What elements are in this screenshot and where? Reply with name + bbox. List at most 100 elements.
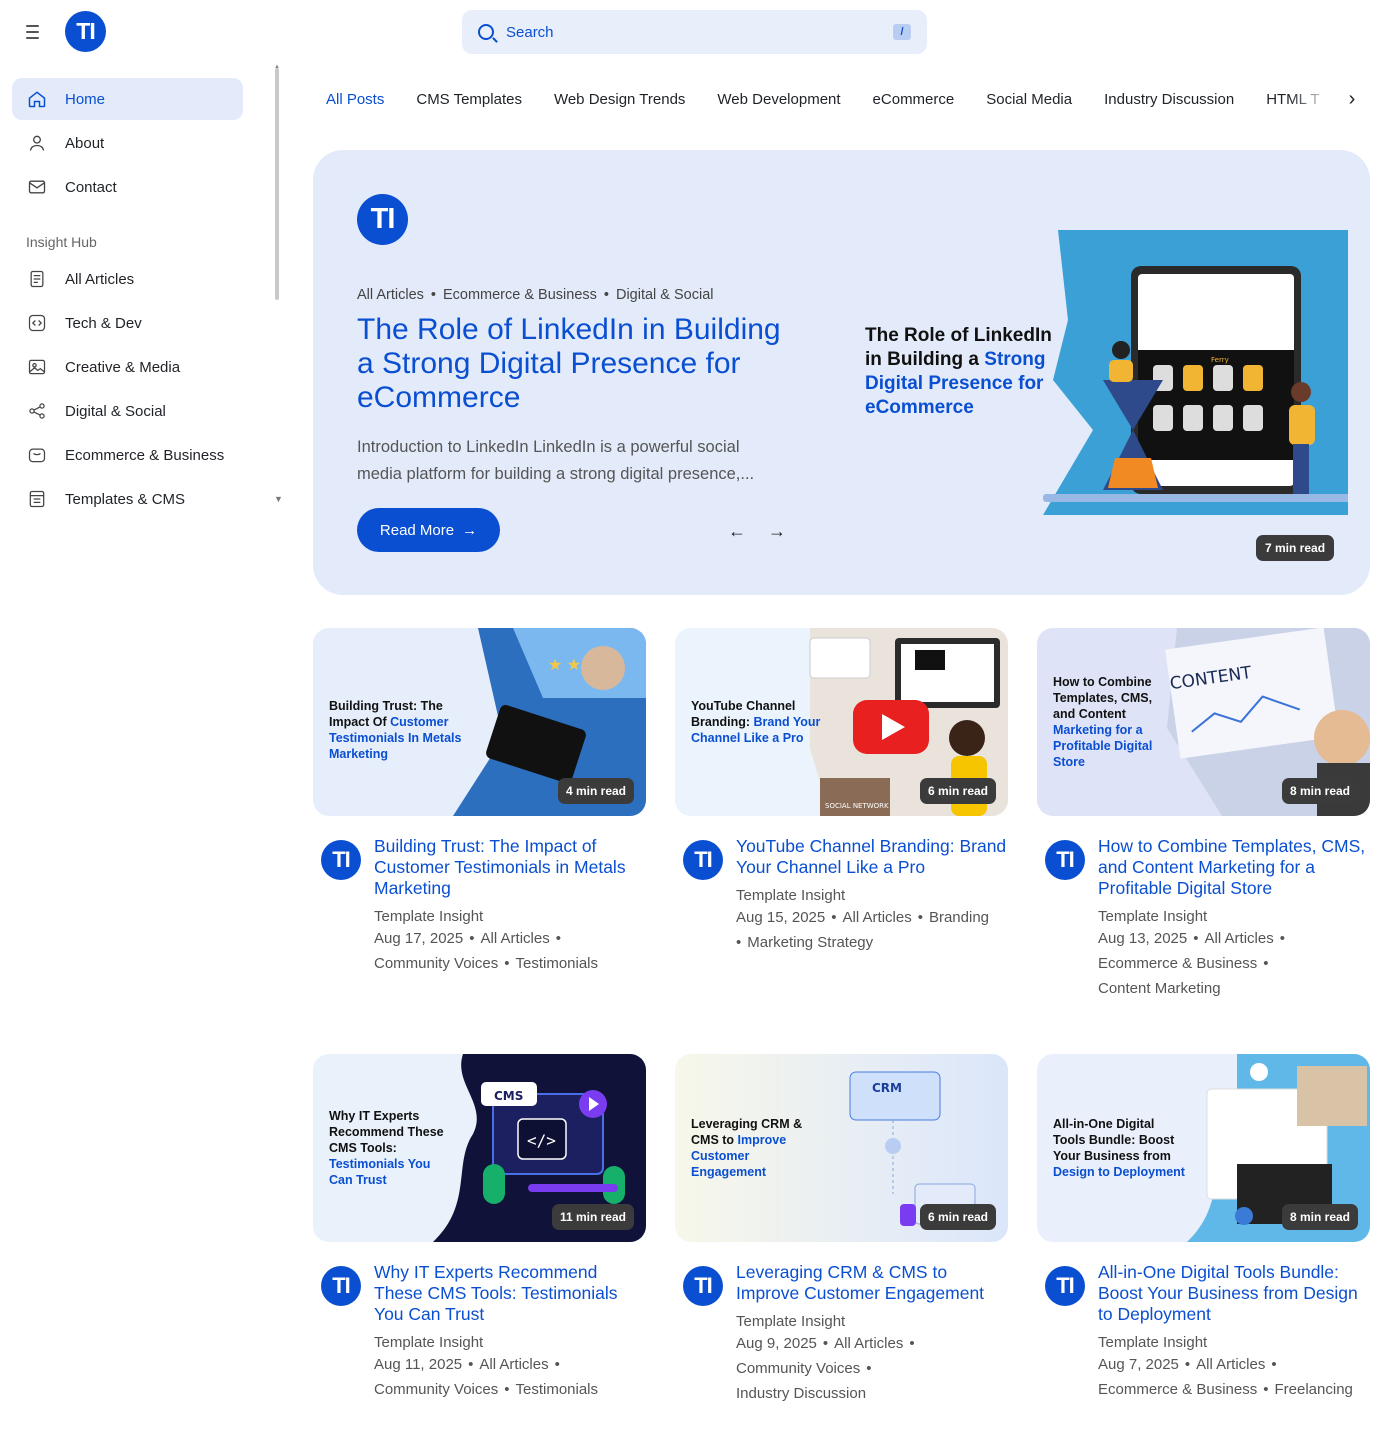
post-date: Aug 9, 2025 [736, 1335, 817, 1352]
sidebar-item-label: About [65, 134, 105, 152]
post-tag-link[interactable]: Freelancing [1275, 1381, 1353, 1398]
post-title[interactable]: Leveraging CRM & CMS to Improve Customer… [736, 1262, 1008, 1304]
site-logo[interactable]: TI [65, 11, 106, 52]
post-tag-link[interactable]: All Articles [843, 909, 912, 926]
thumb-label: SOCIAL NETWORK [825, 802, 889, 810]
sidebar-item-about[interactable]: About [12, 122, 243, 164]
featured-post: TI All Articles • Ecommerce & Business • Dig… [313, 150, 1370, 595]
hero-category-link[interactable]: Digital & Social [616, 287, 714, 303]
post-title[interactable]: Building Trust: The Impact of Customer T… [374, 836, 646, 899]
sidebar-item-ecommerce-business[interactable]: Ecommerce & Business [12, 434, 243, 476]
post-tag-link[interactable]: All Articles [481, 930, 550, 947]
caption-part: Why IT Experts Recommend These CMS Tools… [329, 1109, 444, 1155]
sidebar-item-creative-media[interactable]: Creative & Media [12, 346, 243, 388]
hero-category-link[interactable]: All Articles [357, 287, 424, 303]
carousel-next-icon[interactable]: → [764, 518, 790, 544]
post-thumbnail[interactable]: CONTENT How to Combine Templates, CMS, a… [1037, 628, 1370, 816]
caption-highlight: Marketing for a Profitable Digital Store [1053, 723, 1153, 769]
post-tags: Aug 13, 2025 • All Articles • Ecommerce & Bu… [1098, 930, 1285, 997]
post-thumbnail[interactable]: SOCIAL NETWORK YouTube Channel Branding:… [675, 628, 1008, 816]
post-tag-link[interactable]: Marketing Strategy [747, 934, 873, 951]
hero-excerpt: Introduction to LinkedIn LinkedIn is a p… [357, 438, 755, 483]
post-tag-link[interactable]: All Articles [1205, 930, 1274, 947]
hero-image: Ferry The Role of LinkedIn in Building a… [853, 230, 1353, 515]
post-tags: Aug 11, 2025 • All Articles • Community Voic… [374, 1356, 599, 1398]
post-thumbnail[interactable]: CRM Leveraging CRM & CMS to Improve Cust… [675, 1054, 1008, 1242]
menu-toggle-icon[interactable] [26, 22, 48, 42]
tab-web-development[interactable]: Web Development [701, 91, 856, 108]
sidebar-item-tech-dev[interactable]: Tech & Dev [12, 302, 243, 344]
sidebar-item-all-articles[interactable]: All Articles [12, 258, 243, 300]
sidebar-item-contact[interactable]: Contact [12, 166, 243, 208]
hero-title[interactable]: The Role of LinkedIn in Building a Stron… [357, 313, 797, 415]
sidebar-item-home[interactable]: Home [12, 78, 243, 120]
tab-ecommerce[interactable]: eCommerce [857, 91, 971, 108]
code-icon [26, 312, 48, 334]
chevron-down-icon[interactable]: ▼ [274, 494, 283, 504]
post-tag-link[interactable]: All Articles [479, 1356, 548, 1373]
thumbnail-caption: YouTube Channel Branding: Brand Your Cha… [691, 698, 826, 746]
phone-label: Ferry [1211, 356, 1229, 364]
tab-cms-templates[interactable]: CMS Templates [400, 91, 538, 108]
carousel-prev-icon[interactable]: ← [724, 518, 750, 544]
post-title[interactable]: How to Combine Templates, CMS, and Conte… [1098, 836, 1370, 899]
hero-category-link[interactable]: Ecommerce & Business [443, 287, 597, 303]
post-tag-link[interactable]: Community Voices [736, 1360, 860, 1377]
author-logo: TI [321, 840, 361, 880]
read-more-button[interactable]: Read More → [357, 508, 500, 552]
sidebar-item-digital-social[interactable]: Digital & Social [12, 390, 243, 432]
author-logo: TI [683, 1266, 723, 1306]
sidebar-item-label: Contact [65, 178, 117, 196]
tab-all-posts[interactable]: All Posts [310, 91, 400, 108]
post-tags: Aug 7, 2025 • All Articles • Ecommerce & Bus… [1098, 1356, 1353, 1398]
read-time-badge: 11 min read [551, 1204, 634, 1230]
thumbnail-caption: Why IT Experts Recommend These CMS Tools… [329, 1108, 454, 1188]
post-tag-link[interactable]: Testimonials [515, 955, 598, 972]
sidebar-scrollbar[interactable] [275, 68, 279, 300]
sidebar-item-label: Templates & CMS [65, 490, 186, 508]
post-tag-link[interactable]: Ecommerce & Business [1098, 955, 1257, 972]
post-meta: TI How to Combine Templates, CMS, and Co… [1037, 836, 1370, 1001]
category-tabs: All Posts CMS Templates Web Design Trend… [310, 82, 1350, 116]
post-tag-link[interactable]: All Articles [834, 1335, 903, 1352]
search-bar[interactable]: Search / [462, 10, 927, 54]
post-tag-link[interactable]: Community Voices [374, 1381, 498, 1398]
sidebar-item-templates-cms[interactable]: Templates & CMS ▼ [12, 478, 283, 520]
post-thumbnail[interactable]: ★ ★ ★ Building Trust: The Impact Of Cust… [313, 628, 646, 816]
tab-web-design-trends[interactable]: Web Design Trends [538, 91, 701, 108]
post-date: Aug 13, 2025 [1098, 930, 1188, 947]
chevron-right-icon[interactable]: › [1340, 86, 1364, 112]
tab-social-media[interactable]: Social Media [970, 91, 1088, 108]
sidebar-item-label: Ecommerce & Business [65, 446, 225, 464]
hero-image-caption: The Role of LinkedIn in Building a Stron… [865, 324, 1055, 420]
post-tag-link[interactable]: Industry Discussion [736, 1385, 866, 1402]
post-tag-link[interactable]: Branding [929, 909, 989, 926]
post-tag-link[interactable]: Ecommerce & Business [1098, 1381, 1257, 1398]
share-icon [26, 400, 48, 422]
post-card: All-in-One Digital Tools Bundle: Boost Y… [1037, 1054, 1370, 1402]
post-tag-link[interactable]: Testimonials [515, 1381, 598, 1398]
read-time-badge: 4 min read [557, 778, 634, 804]
home-icon [26, 88, 48, 110]
post-card: </> CMS Why IT Experts Recommend These C… [313, 1054, 646, 1402]
author-logo: TI [1045, 1266, 1085, 1306]
post-author: Template Insight [374, 908, 484, 925]
post-title[interactable]: Why IT Experts Recommend These CMS Tools… [374, 1262, 646, 1325]
post-thumbnail[interactable]: </> CMS Why IT Experts Recommend These C… [313, 1054, 646, 1242]
read-time-badge: 8 min read [1281, 1204, 1358, 1230]
post-title[interactable]: YouTube Channel Branding: Brand Your Cha… [736, 836, 1008, 878]
post-title[interactable]: All-in-One Digital Tools Bundle: Boost Y… [1098, 1262, 1370, 1325]
sidebar-section-label: Insight Hub [26, 234, 97, 250]
post-tag-link[interactable]: Community Voices [374, 955, 498, 972]
thumb-label: CMS [494, 1089, 523, 1103]
tab-industry-discussion[interactable]: Industry Discussion [1088, 91, 1250, 108]
caption-highlight: Testimonials You Can Trust [329, 1157, 431, 1187]
post-tags: Aug 17, 2025 • All Articles • Community Voic… [374, 930, 599, 972]
sidebar-item-label: Home [65, 90, 106, 108]
search-input[interactable]: Search [506, 24, 893, 41]
post-thumbnail[interactable]: All-in-One Digital Tools Bundle: Boost Y… [1037, 1054, 1370, 1242]
post-author: Template Insight [736, 887, 846, 904]
post-tag-link[interactable]: All Articles [1196, 1356, 1265, 1373]
thumbnail-caption: Building Trust: The Impact Of Customer T… [329, 698, 479, 762]
post-tag-link[interactable]: Content Marketing [1098, 980, 1221, 997]
